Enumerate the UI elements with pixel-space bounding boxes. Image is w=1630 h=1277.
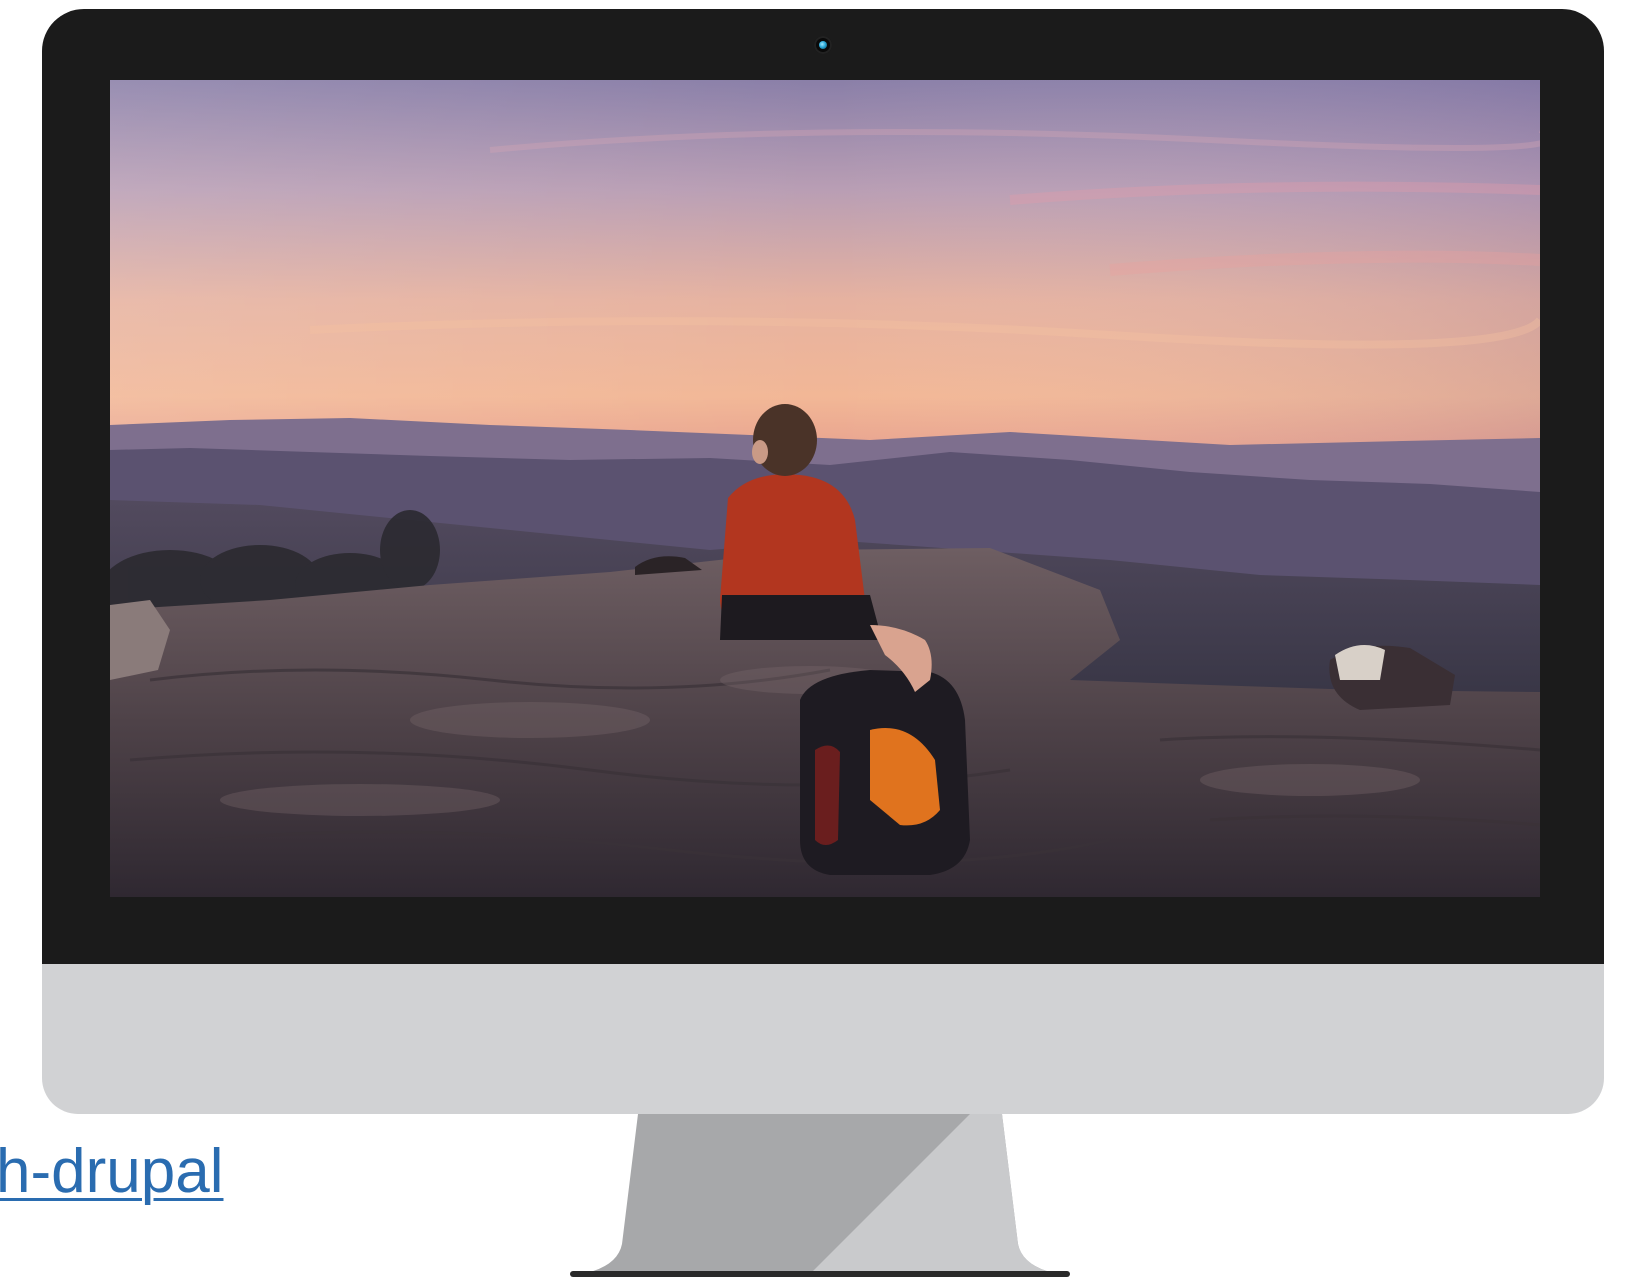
- wallpaper-image: [110, 80, 1540, 897]
- page: h-drupal: [0, 0, 1630, 1277]
- monitor-chin: [42, 964, 1604, 1114]
- drupal-link[interactable]: h-drupal: [0, 1136, 223, 1208]
- monitor-stand: [550, 1114, 1090, 1277]
- monitor-screen: [110, 80, 1540, 897]
- webcam-icon: [814, 36, 832, 54]
